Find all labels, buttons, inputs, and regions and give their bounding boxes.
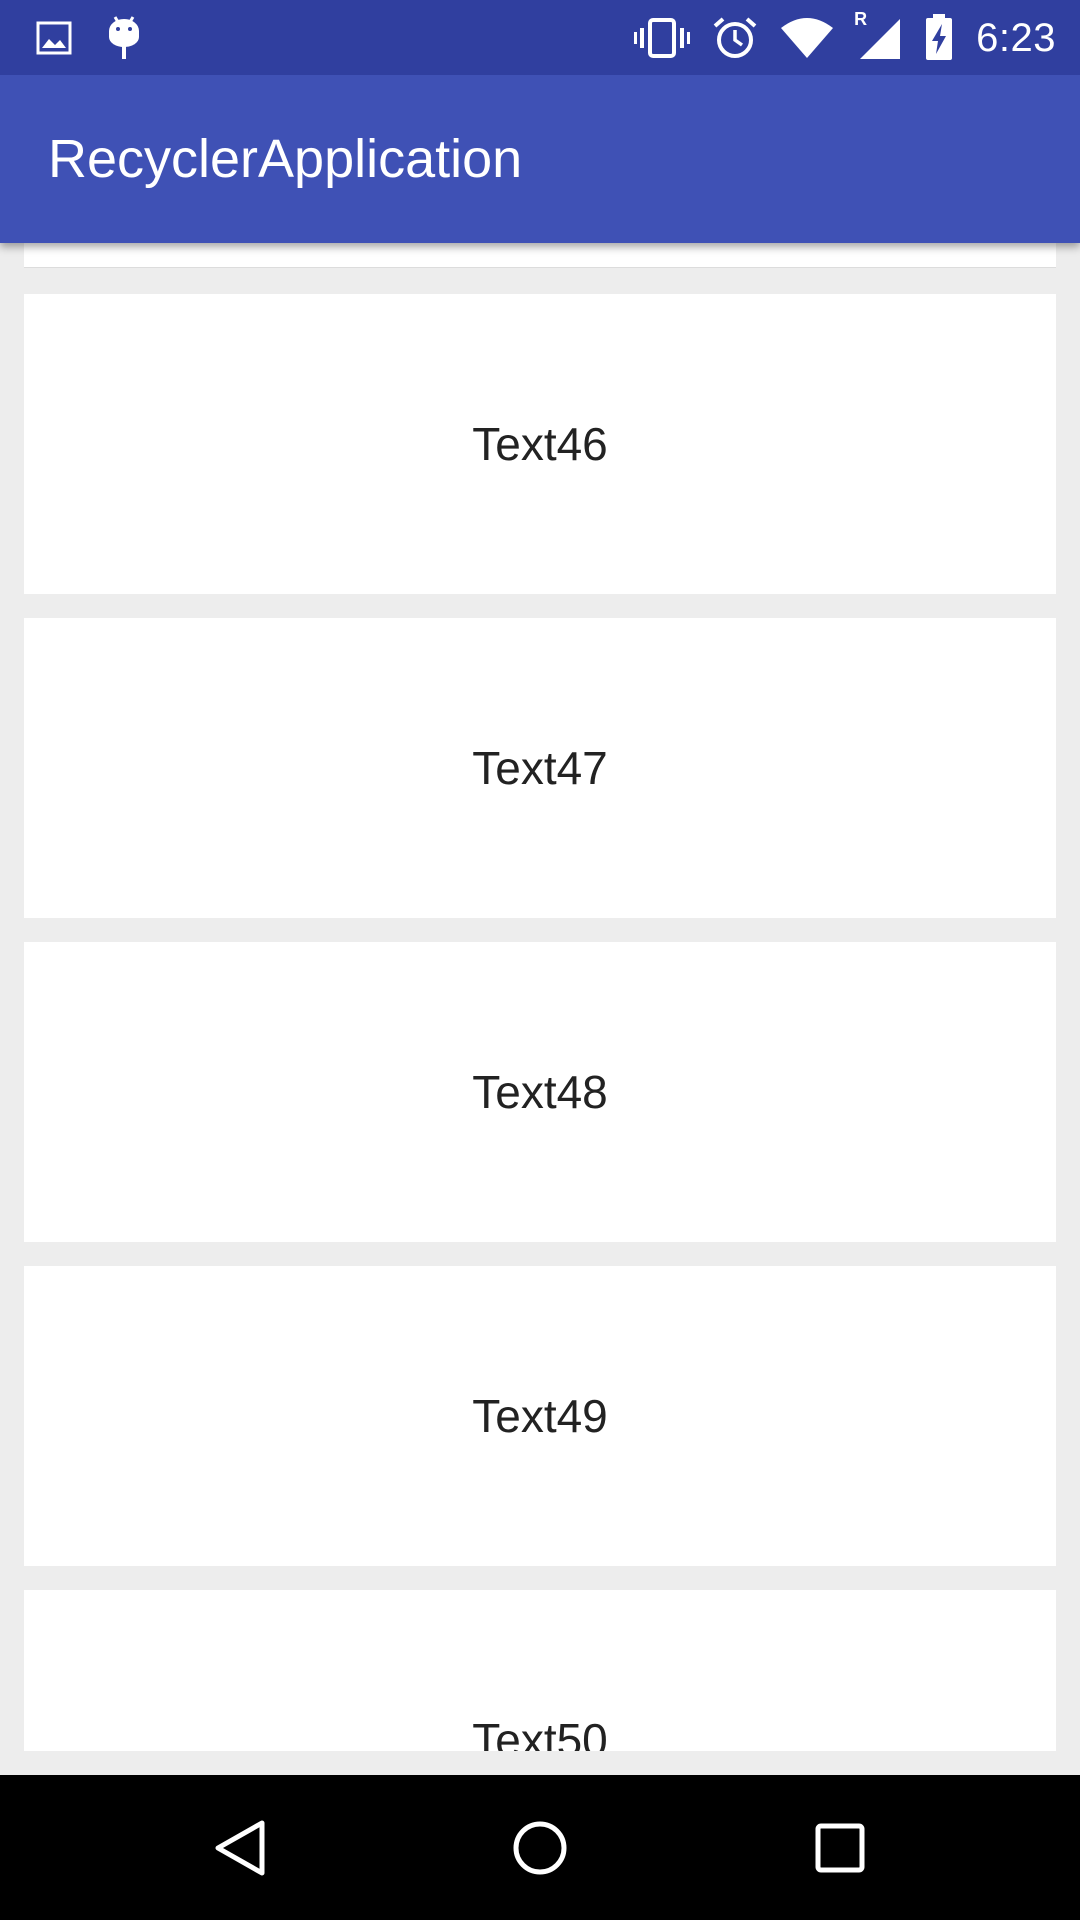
home-button[interactable]: [460, 1775, 620, 1920]
roaming-signal-icon: R: [854, 9, 902, 61]
list-item[interactable]: Text47: [24, 618, 1056, 918]
status-time: 6:23: [976, 15, 1056, 60]
list-item-partial[interactable]: [24, 243, 1056, 268]
back-icon: [212, 1818, 268, 1878]
list-item[interactable]: Text48: [24, 942, 1056, 1242]
status-left-icons: [36, 14, 142, 62]
app-title: RecyclerApplication: [48, 129, 523, 189]
list-item[interactable]: Text46: [24, 294, 1056, 594]
screen: R 6:23 RecyclerApplication Text46 Text47…: [0, 0, 1080, 1920]
list-item-label: Text50: [472, 1714, 608, 1751]
recents-icon: [814, 1822, 866, 1874]
roaming-label: R: [854, 9, 868, 29]
alarm-icon: [712, 15, 758, 61]
app-bar: RecyclerApplication: [0, 75, 1080, 243]
vibrate-icon: [634, 16, 691, 60]
android-debug-icon: [106, 15, 142, 61]
list-item-label: Text46: [472, 418, 608, 470]
recents-button[interactable]: [760, 1775, 920, 1920]
list-item[interactable]: Text49: [24, 1266, 1056, 1566]
status-right-icons: R 6:23: [634, 9, 1056, 64]
list-item-label: Text48: [472, 1066, 608, 1118]
wifi-icon: [780, 16, 834, 60]
home-icon: [511, 1819, 569, 1877]
list-item-label: Text47: [472, 742, 608, 794]
list-item[interactable]: Text50: [24, 1590, 1056, 1751]
nav-bar: [0, 1775, 1080, 1920]
status-bar: R 6:23: [0, 0, 1080, 75]
list-item-label: Text49: [472, 1390, 608, 1442]
battery-charging-icon: [924, 14, 954, 62]
recycler-list[interactable]: Text46 Text47 Text48 Text49 Text50: [0, 243, 1080, 1751]
back-button[interactable]: [160, 1775, 320, 1920]
image-icon: [36, 20, 72, 56]
